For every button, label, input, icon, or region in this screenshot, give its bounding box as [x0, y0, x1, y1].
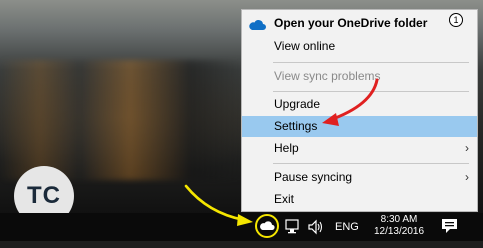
- speaker-icon[interactable]: [307, 219, 325, 247]
- water-reflection: [0, 60, 245, 180]
- notification-count-badge: 1: [449, 13, 463, 27]
- onedrive-context-menu: Open your OneDrive folder View online Vi…: [241, 9, 478, 212]
- clock-date: 12/13/2016: [373, 226, 425, 237]
- menu-item-label: Exit: [274, 192, 295, 206]
- menu-item-pause-syncing[interactable]: Pause syncing ›: [242, 167, 477, 188]
- menu-item-label: Pause syncing: [274, 170, 353, 184]
- menu-item-view-online[interactable]: View online: [242, 36, 477, 57]
- menu-item-help[interactable]: Help ›: [242, 138, 477, 159]
- taskbar: ENG 8:30 AM 12/13/2016: [0, 213, 483, 241]
- menu-item-label: Open your OneDrive folder: [274, 16, 428, 30]
- highlight-circle-annotation: [255, 214, 279, 238]
- menu-item-settings[interactable]: Settings: [242, 116, 477, 137]
- onedrive-cloud-icon: [248, 17, 266, 38]
- menu-item-label: Upgrade: [274, 97, 321, 111]
- clock-time: 8:30 AM: [380, 214, 418, 225]
- menu-separator: [273, 163, 469, 164]
- chevron-right-icon: ›: [465, 170, 469, 184]
- menu-item-label: View sync problems: [274, 69, 381, 83]
- language-indicator[interactable]: ENG: [335, 221, 359, 233]
- menu-separator: [273, 62, 469, 63]
- chevron-right-icon: ›: [465, 141, 469, 155]
- action-center-icon[interactable]: [440, 217, 462, 237]
- menu-item-view-sync-problems[interactable]: View sync problems: [242, 66, 477, 87]
- menu-item-label: View online: [274, 39, 336, 53]
- menu-separator: [273, 91, 469, 92]
- menu-item-exit[interactable]: Exit: [242, 189, 477, 210]
- system-clock[interactable]: 8:30 AM 12/13/2016: [368, 213, 430, 238]
- menu-item-open-folder[interactable]: Open your OneDrive folder: [242, 13, 477, 34]
- menu-item-upgrade[interactable]: Upgrade: [242, 94, 477, 115]
- menu-item-label: Settings: [274, 119, 318, 133]
- network-icon[interactable]: [284, 219, 300, 247]
- menu-item-label: Help: [274, 141, 299, 155]
